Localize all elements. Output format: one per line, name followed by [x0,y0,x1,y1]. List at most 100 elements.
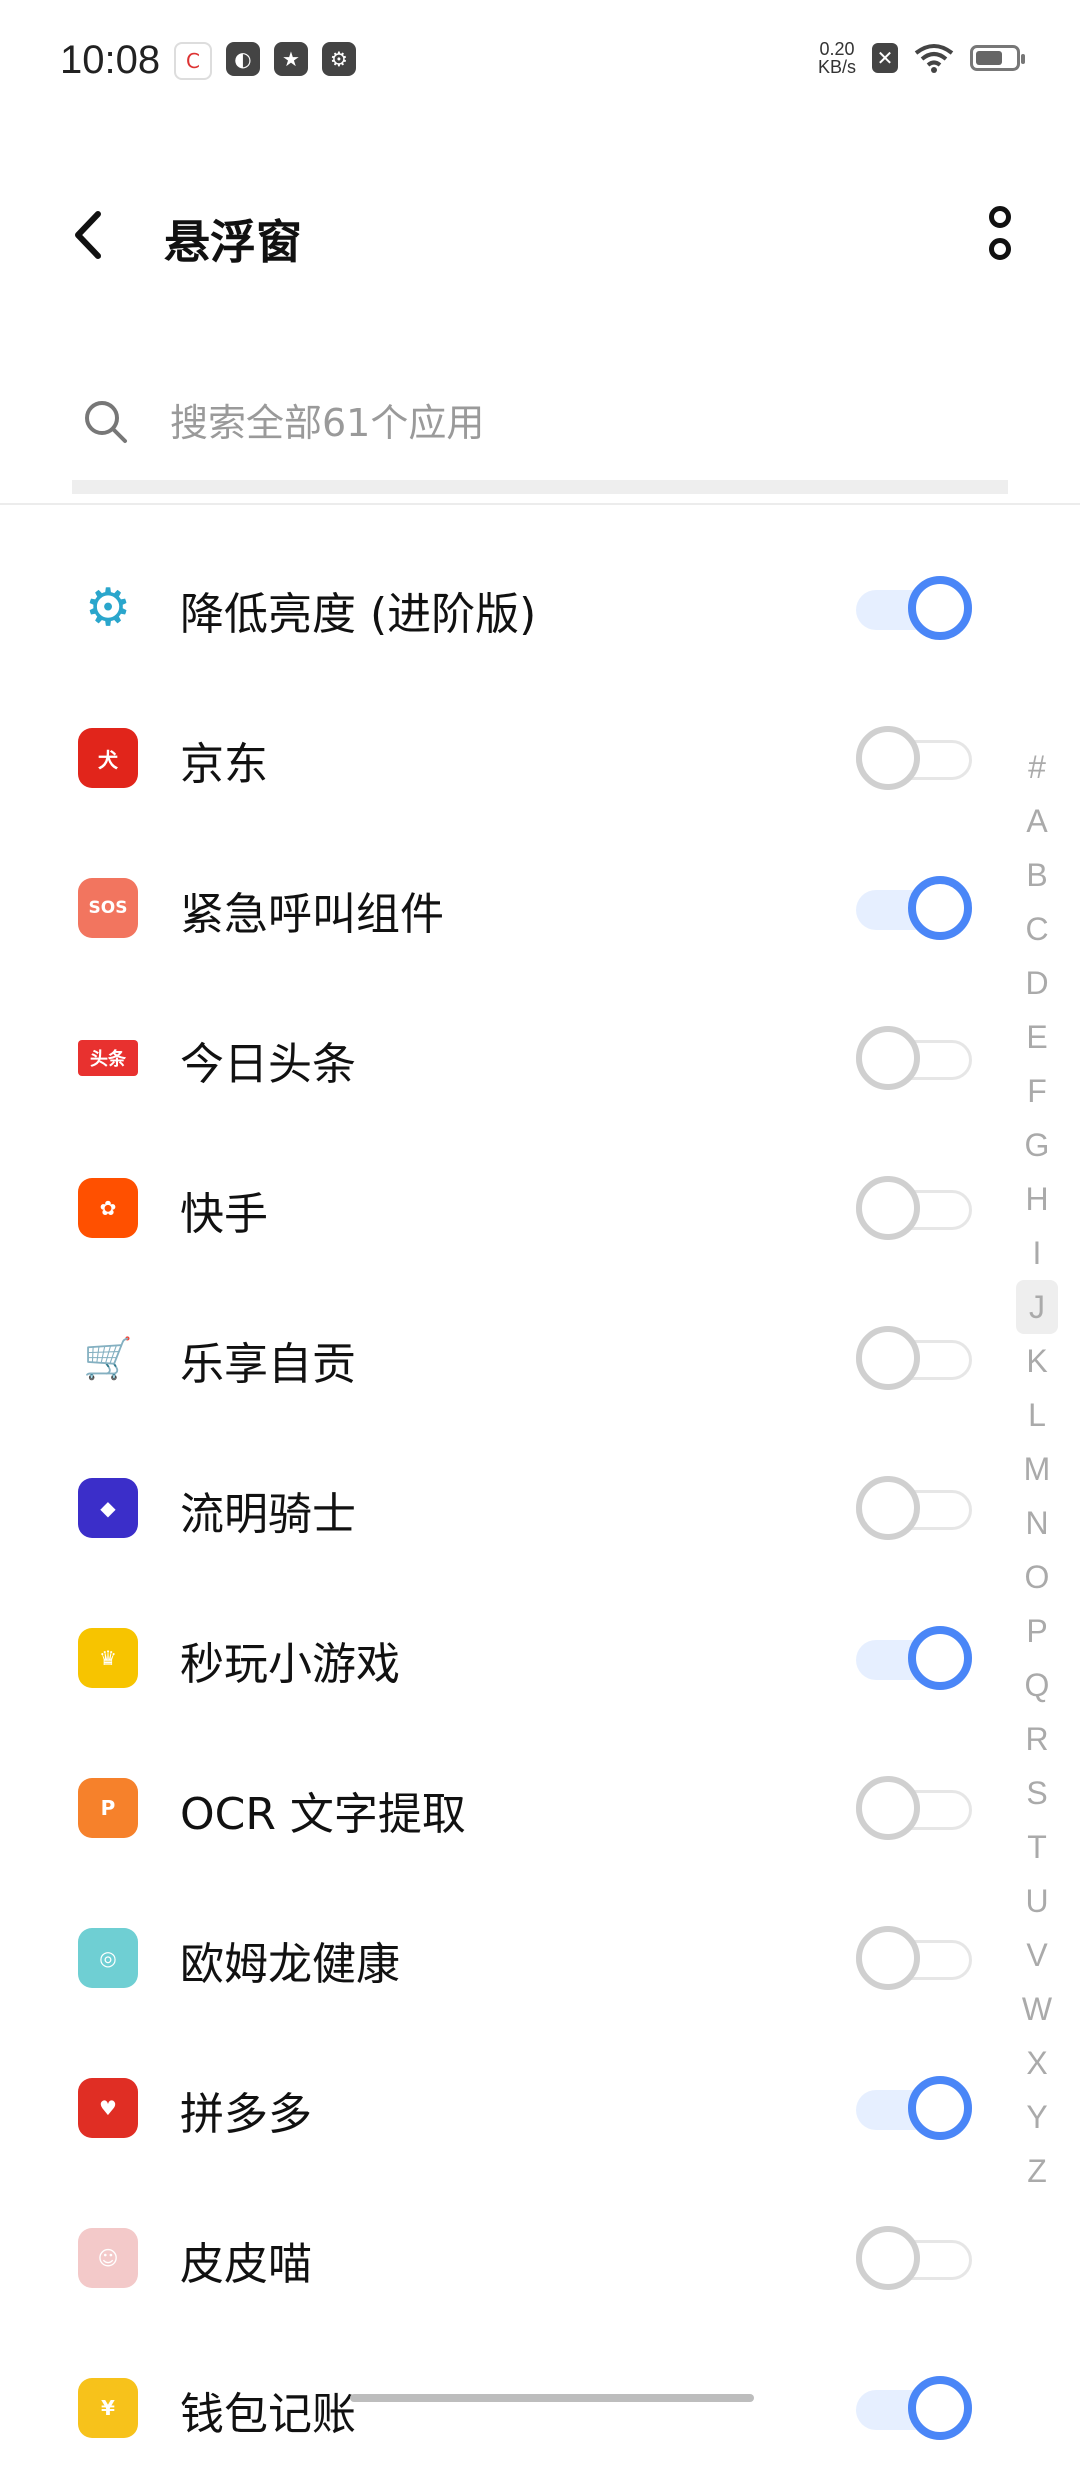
page-title: 悬浮窗 [164,215,302,269]
list-item[interactable]: 犬京东 [0,682,1000,832]
alphabet-letter[interactable]: E [1016,1010,1058,1064]
list-item[interactable]: ¥ 钱包记账 [0,2332,1000,2482]
floating-window-toggle[interactable] [856,1926,976,1990]
list-item[interactable]: ◎ 欧姆龙健康 [0,1882,1000,2032]
search-icon [85,401,127,443]
alphabet-letter[interactable]: N [1016,1496,1058,1550]
floating-window-toggle[interactable] [856,1776,976,1840]
alphabet-letter[interactable]: U [1016,1874,1058,1928]
alphabet-letter[interactable]: G [1016,1118,1058,1172]
alphabet-letter[interactable]: Y [1016,2090,1058,2144]
list-item[interactable]: ◆ 流明骑士 [0,1432,1000,1582]
more-dot-icon [989,238,1011,260]
alphabet-letter[interactable]: D [1016,956,1058,1010]
toggle-knob [856,2226,920,2290]
list-item[interactable]: 头条 今日头条 [0,982,1000,1132]
floating-window-toggle[interactable] [856,2376,976,2440]
floating-window-toggle[interactable] [856,1176,976,1240]
alphabet-letter[interactable]: P [1016,1604,1058,1658]
anime-girl-icon: ☺ [78,2228,138,2288]
list-item[interactable]: SOS 紧急呼叫组件 [0,832,1000,982]
alphabet-letter[interactable]: W [1016,1982,1058,2036]
floating-window-toggle[interactable] [856,576,976,640]
toggle-knob [856,726,920,790]
alphabet-letter[interactable]: S [1016,1766,1058,1820]
floating-window-toggle[interactable] [856,1626,976,1690]
alphabet-letter[interactable]: K [1016,1334,1058,1388]
app-notification-icon: C [174,42,212,80]
alphabet-letter[interactable]: A [1016,794,1058,848]
network-speed-unit: KB/s [817,57,856,77]
app-name: 拼多多 [180,2089,312,2140]
alphabet-letter[interactable]: C [1016,902,1058,956]
alphabet-letter[interactable]: T [1016,1820,1058,1874]
jd-dog-icon: 犬 [78,728,138,788]
toggle-knob [908,1626,972,1690]
network-speed-value: 0.20 [819,39,855,59]
alphabet-letter[interactable]: Z [1016,2144,1058,2198]
app-name: 京东 [180,739,268,790]
alphabet-letter[interactable]: J [1016,1280,1058,1334]
alphabet-letter[interactable]: H [1016,1172,1058,1226]
brightness-gear-icon: ⚙ [78,578,138,638]
alphabet-index[interactable]: # A B C D E F G H I J K L M N O P Q R S T U V W X Y Z [1016,740,1058,2198]
toggle-knob [908,876,972,940]
toggle-knob [856,1026,920,1090]
app-name: 秒玩小游戏 [180,1639,400,1690]
toggle-knob [856,1776,920,1840]
more-dot-icon [989,206,1011,228]
list-item[interactable]: ♥ 拼多多 [0,2032,1000,2182]
floating-window-toggle[interactable] [856,2076,976,2140]
alphabet-letter[interactable]: I [1016,1226,1058,1280]
app-name: 降低亮度 (进阶版) [180,589,537,640]
floating-window-toggle[interactable] [856,876,976,940]
game-knight-icon: ◆ [78,1478,138,1538]
settings-notification-icon: ⚙ [322,42,356,76]
back-button[interactable] [62,202,122,268]
home-indicator[interactable] [350,2394,754,2402]
floating-window-toggle[interactable] [856,1326,976,1390]
status-right: 0.20 KB/s ✕ [818,40,1025,76]
no-sim-icon: ✕ [872,43,898,73]
toggle-knob [908,2076,972,2140]
toggle-knob [856,1326,920,1390]
status-time: 10:08 [60,38,161,82]
search-bar[interactable] [72,380,1008,494]
alphabet-letter[interactable]: M [1016,1442,1058,1496]
search-input[interactable] [168,394,972,452]
toggle-knob [856,1176,920,1240]
battery-icon [970,45,1025,71]
app-name: 皮皮喵 [180,2239,312,2290]
floating-window-toggle[interactable] [856,1476,976,1540]
wallet-icon: ¥ [78,2378,138,2438]
alphabet-letter[interactable]: L [1016,1388,1058,1442]
vivo-game-icon: ♛ [78,1628,138,1688]
list-item[interactable]: 🛒 乐享自贡 [0,1282,1000,1432]
list-item[interactable]: ♛ 秒玩小游戏 [0,1582,1000,1732]
star-notification-icon: ★ [274,42,308,76]
alphabet-letter[interactable]: R [1016,1712,1058,1766]
alphabet-letter[interactable]: V [1016,1928,1058,1982]
notification-icons: C ◐ ★ ⚙ [174,42,356,80]
floating-window-toggle[interactable] [856,1026,976,1090]
list-item[interactable]: ✿ 快手 [0,1132,1000,1282]
network-speed: 0.20 KB/s [818,40,856,76]
list-item[interactable]: ☺ 皮皮喵 [0,2182,1000,2332]
list-item[interactable]: ⚙ 降低亮度 (进阶版) [0,532,1000,682]
floating-window-toggle[interactable] [856,2226,976,2290]
list-item[interactable]: P OCR 文字提取 [0,1732,1000,1882]
alphabet-letter[interactable]: F [1016,1064,1058,1118]
alphabet-letter[interactable]: O [1016,1550,1058,1604]
alphabet-letter[interactable]: # [1016,740,1058,794]
app-name: 钱包记账 [180,2389,356,2440]
alphabet-letter[interactable]: X [1016,2036,1058,2090]
wifi-icon [914,44,954,73]
alphabet-letter[interactable]: B [1016,848,1058,902]
floating-window-toggle[interactable] [856,726,976,790]
divider [0,503,1080,505]
alphabet-letter[interactable]: Q [1016,1658,1058,1712]
app-name: 乐享自贡 [180,1339,356,1390]
more-options-button[interactable] [970,200,1030,270]
planet-notification-icon: ◐ [226,42,260,76]
sos-icon: SOS [78,878,138,938]
